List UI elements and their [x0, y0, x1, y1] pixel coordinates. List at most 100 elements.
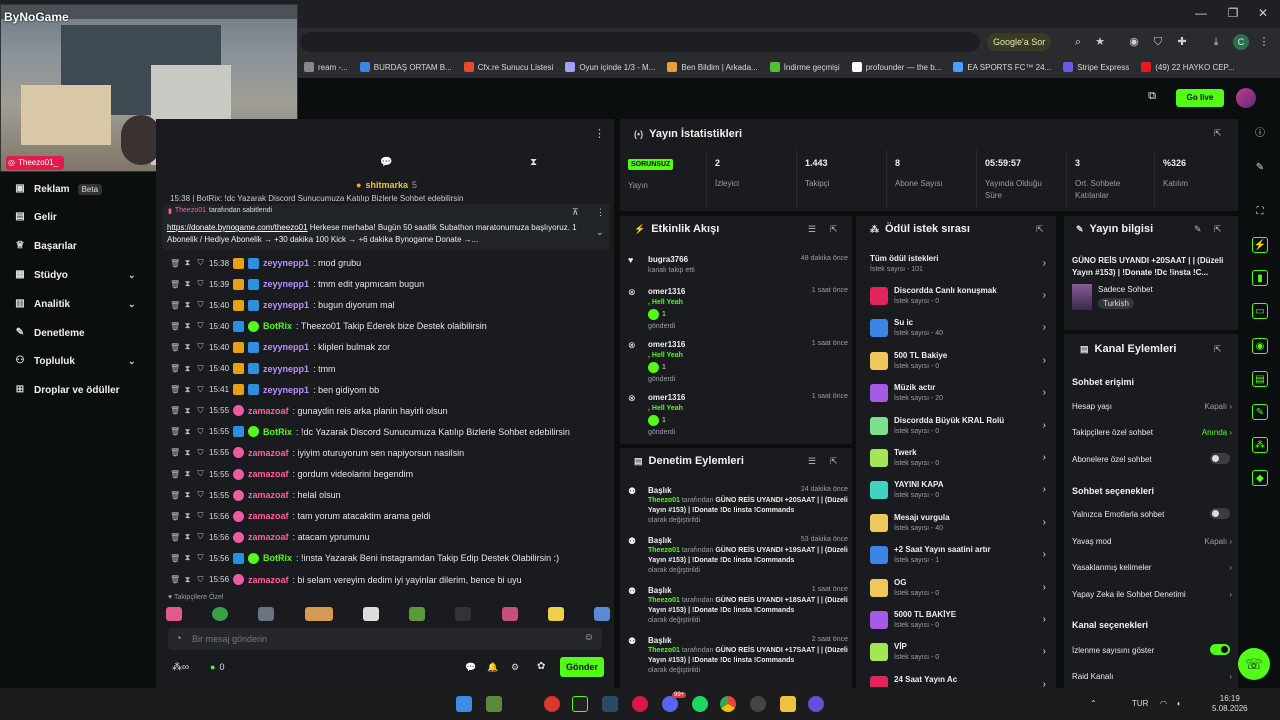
puzzle-icon[interactable]: ✚ — [1174, 34, 1190, 50]
reward-request-item[interactable]: 500 TL Bakiye İstek sayısı - 0 › — [870, 349, 1048, 379]
moderation-by[interactable]: Theezo01 — [648, 597, 680, 604]
avatar[interactable] — [1236, 88, 1256, 108]
shield-icon[interactable]: ⛉ — [1150, 34, 1166, 50]
emote[interactable] — [166, 607, 182, 621]
nav-item-basarilar[interactable]: ♕ Başarılar — [14, 240, 77, 252]
discord-icon[interactable] — [662, 696, 678, 712]
pinned-link[interactable]: https://donate.bynogame.com/theezo01 — [167, 223, 308, 232]
emote[interactable] — [501, 607, 518, 621]
chat-tab-icon[interactable]: 💬 — [380, 157, 392, 168]
broadcast-icon[interactable]: ◉ — [1252, 338, 1268, 354]
bookmark-item[interactable]: Oyun içinde 1/3 - M... — [559, 62, 661, 72]
emote[interactable] — [593, 607, 610, 621]
gift-icon[interactable]: ✿ — [537, 661, 545, 672]
popout-icon[interactable]: ⇱ — [1214, 224, 1222, 235]
channel-setting-row[interactable]: Yasaklanmış kelimeler › — [1072, 563, 1232, 572]
bookmark-item[interactable]: Stripe Express — [1057, 62, 1135, 72]
delete-icon[interactable]: 🗑 — [170, 491, 180, 500]
message-username[interactable]: zamazoaf — [248, 448, 289, 458]
emote[interactable] — [455, 607, 472, 621]
bookmark-item[interactable]: BURDAŞ ORTAM B... — [354, 62, 458, 72]
message-username[interactable]: zeyynepp1 — [263, 385, 309, 395]
emote[interactable] — [304, 607, 333, 621]
reward-icon[interactable]: ⁂ — [1252, 437, 1268, 453]
download-icon[interactable]: ⤓ — [1208, 34, 1224, 50]
google-ask-button[interactable]: Google'a Sor — [987, 33, 1052, 51]
channel-setting-row[interactable]: Yavaş mod Kapalı › — [1072, 537, 1232, 546]
minimize-icon[interactable]: — — [1190, 4, 1212, 22]
bookmark-item[interactable]: İndirme geçmişi — [764, 62, 846, 72]
popout-icon[interactable]: ⇱ — [1036, 224, 1044, 235]
delete-icon[interactable]: 🗑 — [170, 406, 180, 415]
media-icon[interactable] — [632, 696, 648, 712]
star-icon[interactable]: ★ — [1092, 34, 1108, 50]
delete-icon[interactable]: 🗑 — [170, 259, 180, 268]
chrome-icon[interactable] — [720, 696, 736, 712]
message-username[interactable]: zamazoaf — [248, 511, 289, 521]
emote[interactable] — [547, 607, 564, 621]
steam-icon[interactable] — [602, 696, 618, 712]
bookmark-item[interactable]: (49) 22 HAYKO CEP... — [1135, 62, 1240, 72]
channel-setting-row[interactable]: Takipçilere özel sohbet Anında › — [1072, 428, 1232, 437]
delete-icon[interactable]: 🗑 — [170, 364, 180, 373]
app-icon[interactable] — [544, 696, 560, 712]
gear-icon[interactable]: ⚙ — [511, 662, 519, 673]
timeout-icon[interactable]: ⧗ — [183, 490, 192, 500]
app2-icon[interactable] — [808, 696, 824, 712]
obs-icon[interactable] — [750, 696, 766, 712]
bookmark-item[interactable]: Ben Bildim | Arkada... — [661, 62, 763, 72]
reward-request-item[interactable]: Twerk İstek sayısı - 0 › — [870, 446, 1048, 476]
volume-icon[interactable]: ◖ — [1176, 699, 1181, 708]
message-username[interactable]: zeyynepp1 — [263, 279, 309, 289]
ban-icon[interactable]: ⛉ — [196, 427, 205, 437]
ban-icon[interactable]: ⛉ — [196, 364, 205, 374]
kick-studio-icon[interactable] — [572, 696, 588, 712]
reward-request-item[interactable]: OG İstek sayısı - 0 › — [870, 576, 1048, 606]
timeout-icon[interactable]: ⧗ — [183, 511, 192, 521]
message-username[interactable]: zamazoaf — [248, 532, 289, 542]
timeout-icon[interactable]: ⧗ — [183, 532, 192, 542]
close-icon[interactable]: ✕ — [1252, 4, 1274, 22]
hourglass-icon[interactable]: ⧗ — [530, 157, 537, 168]
start-icon[interactable] — [456, 696, 472, 712]
popout-icon[interactable]: ⇱ — [830, 224, 838, 235]
delete-icon[interactable]: 🗑 — [170, 448, 180, 457]
chevron-up-icon[interactable]: ⌃ — [1090, 699, 1097, 708]
timeout-icon[interactable]: ⧗ — [183, 575, 192, 585]
popout-icon[interactable]: ⇱ — [830, 456, 838, 467]
pencil-icon[interactable]: ✎ — [1252, 160, 1268, 176]
timeout-icon[interactable]: ⧗ — [183, 364, 192, 374]
timeout-icon[interactable]: ⧗ — [183, 342, 192, 352]
chat-icon[interactable]: ▭ — [1252, 303, 1268, 319]
delete-icon[interactable]: 🗑 — [170, 533, 180, 542]
crop-icon[interactable]: ⛶ — [1252, 204, 1268, 220]
reward-request-item[interactable]: 5000 TL BAKİYE İstek sayısı - 0 › — [870, 608, 1048, 638]
timeout-icon[interactable]: ⧗ — [183, 300, 192, 310]
emote[interactable] — [362, 607, 379, 621]
message-username[interactable]: zamazoaf — [248, 406, 289, 416]
timeout-icon[interactable]: ⧗ — [183, 448, 192, 458]
reward-request-item[interactable]: +2 Saat Yayın saatini artır İstek sayısı … — [870, 543, 1048, 573]
language-indicator[interactable]: TUR — [1132, 699, 1148, 708]
wrench-icon[interactable]: ✎ — [1252, 404, 1268, 420]
delete-icon[interactable]: 🗑 — [170, 470, 180, 479]
ban-icon[interactable]: ⛉ — [196, 279, 205, 289]
nav-item-topluluk[interactable]: ⚇ Topluluk ⌄ — [14, 355, 136, 367]
ban-icon[interactable]: ⛉ — [196, 258, 205, 268]
setting-toggle[interactable] — [1210, 644, 1230, 655]
emoji-icon[interactable]: ☺ — [584, 632, 594, 643]
support-chat-button[interactable]: ☏ — [1238, 648, 1270, 680]
nav-item-gelir[interactable]: ▤ Gelir — [14, 211, 57, 223]
message-username[interactable]: zeyynepp1 — [263, 364, 309, 374]
timeout-icon[interactable]: ⧗ — [183, 321, 192, 331]
ban-icon[interactable]: ⛉ — [196, 342, 205, 352]
ban-icon[interactable]: ⛉ — [196, 490, 205, 500]
filter-icon[interactable]: ☰ — [808, 224, 816, 235]
nav-item-reklam[interactable]: ▣ Reklam Beta — [14, 183, 103, 195]
browser-profile-avatar[interactable]: C — [1233, 34, 1249, 50]
message-username[interactable]: zeyynepp1 — [263, 258, 309, 268]
delete-icon[interactable]: 🗑 — [170, 385, 180, 394]
ban-icon[interactable]: ⛉ — [196, 448, 205, 458]
ban-icon[interactable]: ⛉ — [196, 469, 205, 479]
ban-icon[interactable]: ⛉ — [196, 511, 205, 521]
